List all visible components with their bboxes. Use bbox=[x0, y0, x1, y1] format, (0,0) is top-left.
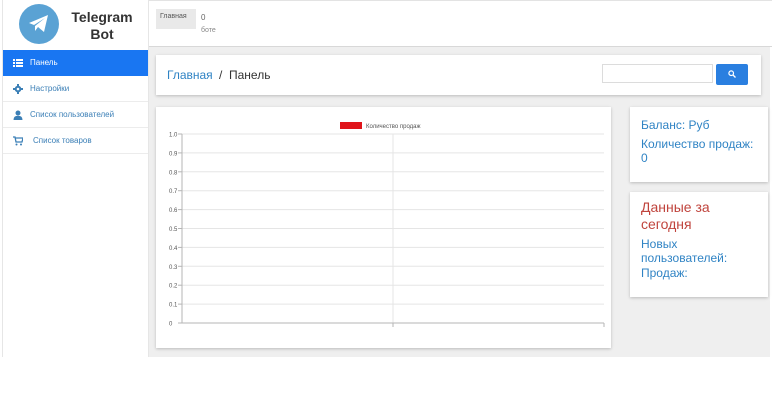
y-tick-label: 1.0 bbox=[169, 133, 178, 139]
search-input[interactable] bbox=[602, 64, 713, 83]
y-tick-label: 0.4 bbox=[169, 246, 178, 252]
brand-title-line2: Bot bbox=[90, 26, 114, 42]
today-sales-text: Продаж: bbox=[641, 266, 688, 280]
top-bar: Главная 0 боте bbox=[149, 0, 772, 47]
sales-chart-card: 0 0.1 0.2 0.3 0.4 0.5 0.6 0.7 0.8 0.9 1.0 Количест… bbox=[156, 107, 611, 348]
breadcrumb-home-link[interactable]: Главная bbox=[167, 68, 213, 82]
sales-chart: 0 0.1 0.2 0.3 0.4 0.5 0.6 0.7 0.8 0.9 1.0 Количест… bbox=[169, 122, 605, 328]
today-card: Данные за сегодня Новых пользователей: П… bbox=[630, 192, 768, 297]
breadcrumb: Главная / Панель bbox=[156, 55, 761, 95]
top-counter-caption: боте bbox=[201, 27, 216, 34]
y-tick-label: 0 bbox=[169, 322, 173, 328]
legend-label: Количество продаж bbox=[366, 124, 421, 130]
sidebar-item-label: Настройки bbox=[30, 84, 70, 93]
stats-card: Баланс: Руб Количество продаж: 0 bbox=[630, 107, 768, 182]
y-tick-label: 0.2 bbox=[169, 284, 178, 290]
top-breadcrumb[interactable]: Главная bbox=[156, 9, 196, 29]
today-title: Данные за сегодня bbox=[641, 199, 710, 232]
gear-icon bbox=[13, 84, 23, 94]
brand[interactable]: Telegram Bot bbox=[3, 0, 148, 50]
y-tick-label: 0.6 bbox=[169, 208, 178, 214]
main-content: Главная / Панель 0 0.1 0.2 0.3 0.4 0.5 0.6 0.7 0… bbox=[149, 47, 770, 357]
cart-icon bbox=[13, 136, 23, 146]
sidebar-item-settings[interactable]: Настройки bbox=[3, 76, 148, 102]
user-icon bbox=[13, 110, 23, 120]
y-tick-label: 0.1 bbox=[169, 303, 178, 309]
top-counter: 0 bbox=[201, 13, 206, 22]
breadcrumb-current: Панель bbox=[229, 68, 271, 82]
brand-title-line1: Telegram bbox=[71, 9, 133, 25]
sidebar-item-products[interactable]: Список товаров bbox=[3, 128, 148, 154]
telegram-logo-icon bbox=[19, 4, 59, 44]
balance-text: Баланс: Руб bbox=[641, 118, 710, 132]
y-tick-label: 0.8 bbox=[169, 170, 178, 176]
app-window: Telegram Bot Панель Настройки Список пол… bbox=[0, 0, 772, 412]
y-tick-label: 0.5 bbox=[169, 227, 178, 233]
sidebar-item-label: Список пользователей bbox=[30, 110, 115, 119]
search-button[interactable] bbox=[716, 64, 748, 85]
y-tick-label: 0.9 bbox=[169, 151, 178, 157]
breadcrumb-separator: / bbox=[219, 68, 223, 82]
sidebar-item-label: Список товаров bbox=[33, 136, 92, 145]
search-icon bbox=[728, 70, 736, 78]
sidebar-item-label: Панель bbox=[30, 58, 58, 67]
y-tick-label: 0.7 bbox=[169, 189, 178, 195]
new-users-text: Новых пользователей: bbox=[641, 237, 728, 265]
legend-swatch bbox=[340, 122, 362, 129]
sales-count-text: Количество продаж: 0 bbox=[641, 137, 754, 165]
y-tick-label: 0.3 bbox=[169, 265, 178, 271]
sidebar: Telegram Bot Панель Настройки Список пол… bbox=[2, 0, 149, 357]
sidebar-item-panel[interactable]: Панель bbox=[3, 50, 148, 76]
list-icon bbox=[13, 59, 23, 67]
sidebar-item-users[interactable]: Список пользователей bbox=[3, 102, 148, 128]
